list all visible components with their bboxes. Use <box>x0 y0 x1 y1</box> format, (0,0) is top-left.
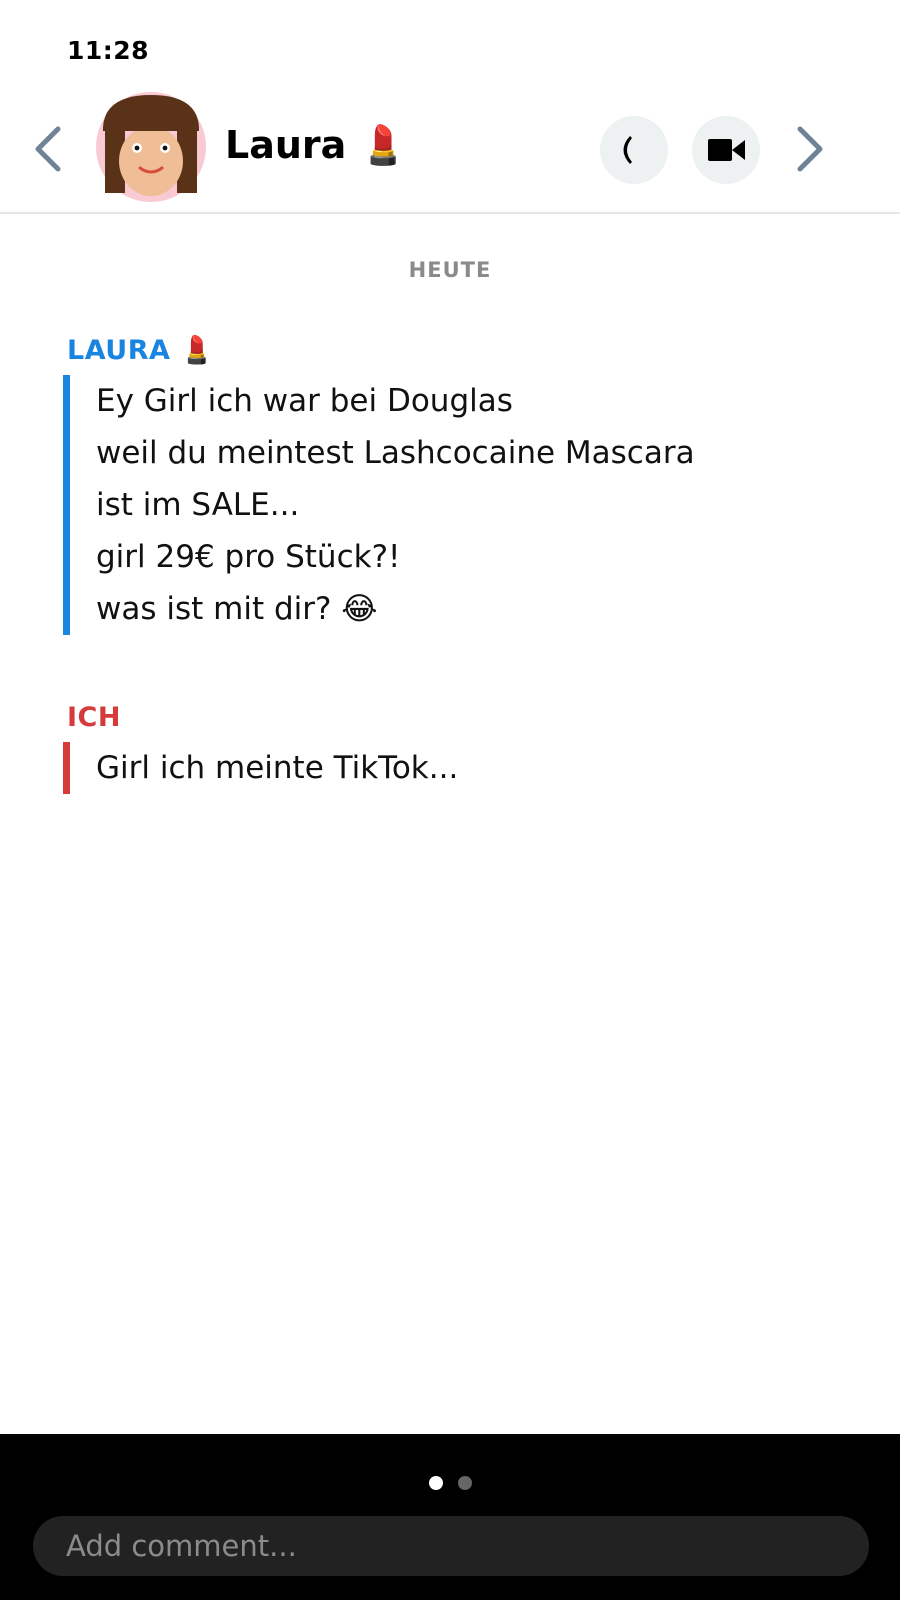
video-call-button[interactable] <box>692 116 760 184</box>
forward-button[interactable] <box>790 119 830 179</box>
avatar-illustration <box>96 92 206 202</box>
message-line: Ey Girl ich war bei Douglas <box>96 383 513 419</box>
avatar[interactable] <box>95 91 207 203</box>
message-group-laura: LAURA 💄 Ey Girl ich war bei Douglas weil… <box>63 331 863 635</box>
video-camera-icon <box>708 139 745 161</box>
page-dot[interactable] <box>458 1476 472 1490</box>
sender-name: LAURA 💄 <box>67 335 215 366</box>
message-group-me: ICH Girl ich meinte TikTok... <box>63 698 863 794</box>
status-bar: 11:28 <box>0 0 900 80</box>
message-line: ist im SALE... <box>96 487 300 523</box>
message-line: Girl ich meinte TikTok... <box>96 750 459 786</box>
comment-input[interactable] <box>33 1516 869 1576</box>
contact-name[interactable]: Laura 💄 <box>225 123 407 168</box>
sender-name: ICH <box>67 702 121 733</box>
message-line: weil du meintest Lashcocaine Mascara <box>96 435 695 471</box>
message-line: was ist mit dir? 😂 <box>96 591 378 627</box>
bottom-bar <box>0 1434 900 1600</box>
chevron-right-icon <box>797 126 823 172</box>
back-button[interactable] <box>28 119 68 179</box>
message-line: girl 29€ pro Stück?! <box>96 539 401 575</box>
message-bubble[interactable]: Ey Girl ich war bei Douglas weil du mein… <box>63 375 863 635</box>
call-button[interactable] <box>600 116 668 184</box>
day-divider: HEUTE <box>408 258 492 282</box>
chevron-left-icon <box>35 126 61 172</box>
page-dot-active[interactable] <box>429 1476 443 1490</box>
phone-icon <box>623 136 632 164</box>
status-time: 11:28 <box>67 36 150 65</box>
chat-header: Laura 💄 <box>0 85 900 214</box>
message-bubble[interactable]: Girl ich meinte TikTok... <box>63 742 863 794</box>
page-indicator <box>0 1474 900 1494</box>
